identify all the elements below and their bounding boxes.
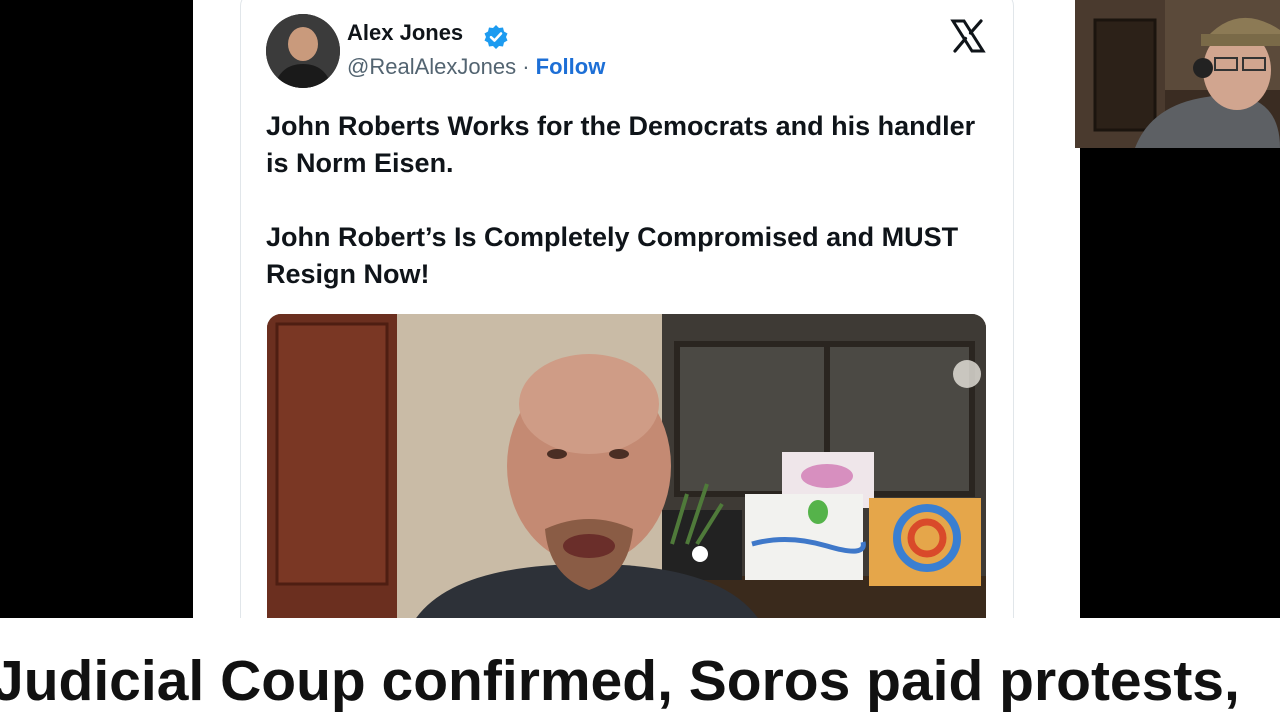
tweet-paragraph-1: John Roberts Works for the Democrats and… bbox=[266, 111, 976, 178]
webcam-overlay bbox=[1075, 0, 1280, 148]
author-handle[interactable]: @RealAlexJones bbox=[347, 54, 516, 79]
author-name[interactable]: Alex Jones bbox=[347, 20, 463, 46]
author-avatar[interactable] bbox=[266, 14, 340, 88]
caption-text: Judicial Coup confirmed, Soros paid prot… bbox=[0, 649, 1240, 713]
handle-separator: · bbox=[522, 54, 530, 79]
caption-banner: Judicial Coup confirmed, Soros paid prot… bbox=[0, 618, 1280, 720]
tweet-paragraph-2: John Robert’s Is Completely Compromised … bbox=[266, 222, 959, 289]
tweet-screenshot-panel: Alex Jones @RealAlexJones · Follow John … bbox=[193, 0, 1080, 618]
handle-row: @RealAlexJones · Follow bbox=[347, 54, 605, 80]
follow-button[interactable]: Follow bbox=[536, 54, 606, 79]
x-logo-icon[interactable] bbox=[950, 18, 986, 54]
verified-badge-icon bbox=[484, 25, 508, 49]
tweet-text: John Roberts Works for the Democrats and… bbox=[266, 108, 986, 330]
tweet-video-thumbnail[interactable] bbox=[267, 314, 986, 618]
